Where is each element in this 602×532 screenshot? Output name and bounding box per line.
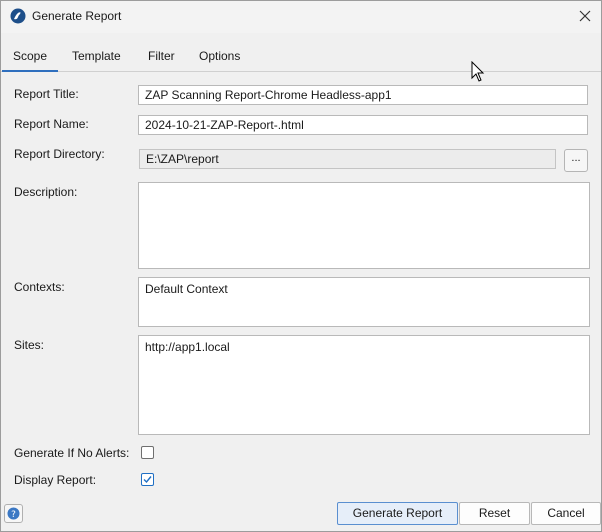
generate-report-dialog: Generate Report Scope Template Filter Op… — [0, 0, 602, 532]
cancel-button[interactable]: Cancel — [531, 502, 601, 525]
help-button[interactable]: ? — [4, 504, 23, 523]
generate-if-no-alerts-label: Generate If No Alerts: — [14, 446, 130, 460]
report-title-field[interactable] — [138, 85, 588, 105]
report-directory-label: Report Directory: — [14, 147, 105, 161]
tab-template[interactable]: Template — [72, 49, 121, 71]
mouse-cursor-icon — [471, 61, 485, 82]
help-icon: ? — [7, 507, 20, 520]
window-title: Generate Report — [32, 9, 122, 23]
generate-if-no-alerts-checkbox[interactable] — [141, 446, 154, 459]
display-report-label: Display Report: — [14, 473, 97, 487]
report-directory-field — [139, 149, 556, 169]
tab-filter[interactable]: Filter — [148, 49, 175, 71]
report-title-label: Report Title: — [14, 87, 79, 101]
browse-directory-button[interactable]: ... — [564, 149, 588, 172]
checkmark-icon — [143, 476, 152, 484]
title-bar: Generate Report — [1, 1, 601, 33]
svg-text:?: ? — [11, 510, 16, 520]
reset-button[interactable]: Reset — [459, 502, 530, 525]
list-item[interactable]: Default Context — [145, 282, 583, 296]
report-name-field[interactable] — [138, 115, 588, 135]
close-icon — [579, 10, 591, 22]
contexts-label: Contexts: — [14, 280, 65, 294]
report-name-label: Report Name: — [14, 117, 89, 131]
description-textarea[interactable] — [138, 182, 590, 269]
contexts-list[interactable]: Default Context — [138, 277, 590, 327]
description-label: Description: — [14, 185, 78, 199]
generate-report-button[interactable]: Generate Report — [337, 502, 458, 525]
list-item[interactable]: http://app1.local — [145, 340, 583, 354]
tab-scope[interactable]: Scope — [1, 49, 59, 72]
close-button[interactable] — [573, 6, 597, 26]
sites-label: Sites: — [14, 338, 45, 352]
display-report-checkbox[interactable] — [141, 473, 154, 486]
tab-options[interactable]: Options — [199, 49, 240, 71]
tab-bar: Scope Template Filter Options — [1, 41, 601, 72]
zap-logo-icon — [10, 8, 26, 24]
sites-list[interactable]: http://app1.local — [138, 335, 590, 435]
